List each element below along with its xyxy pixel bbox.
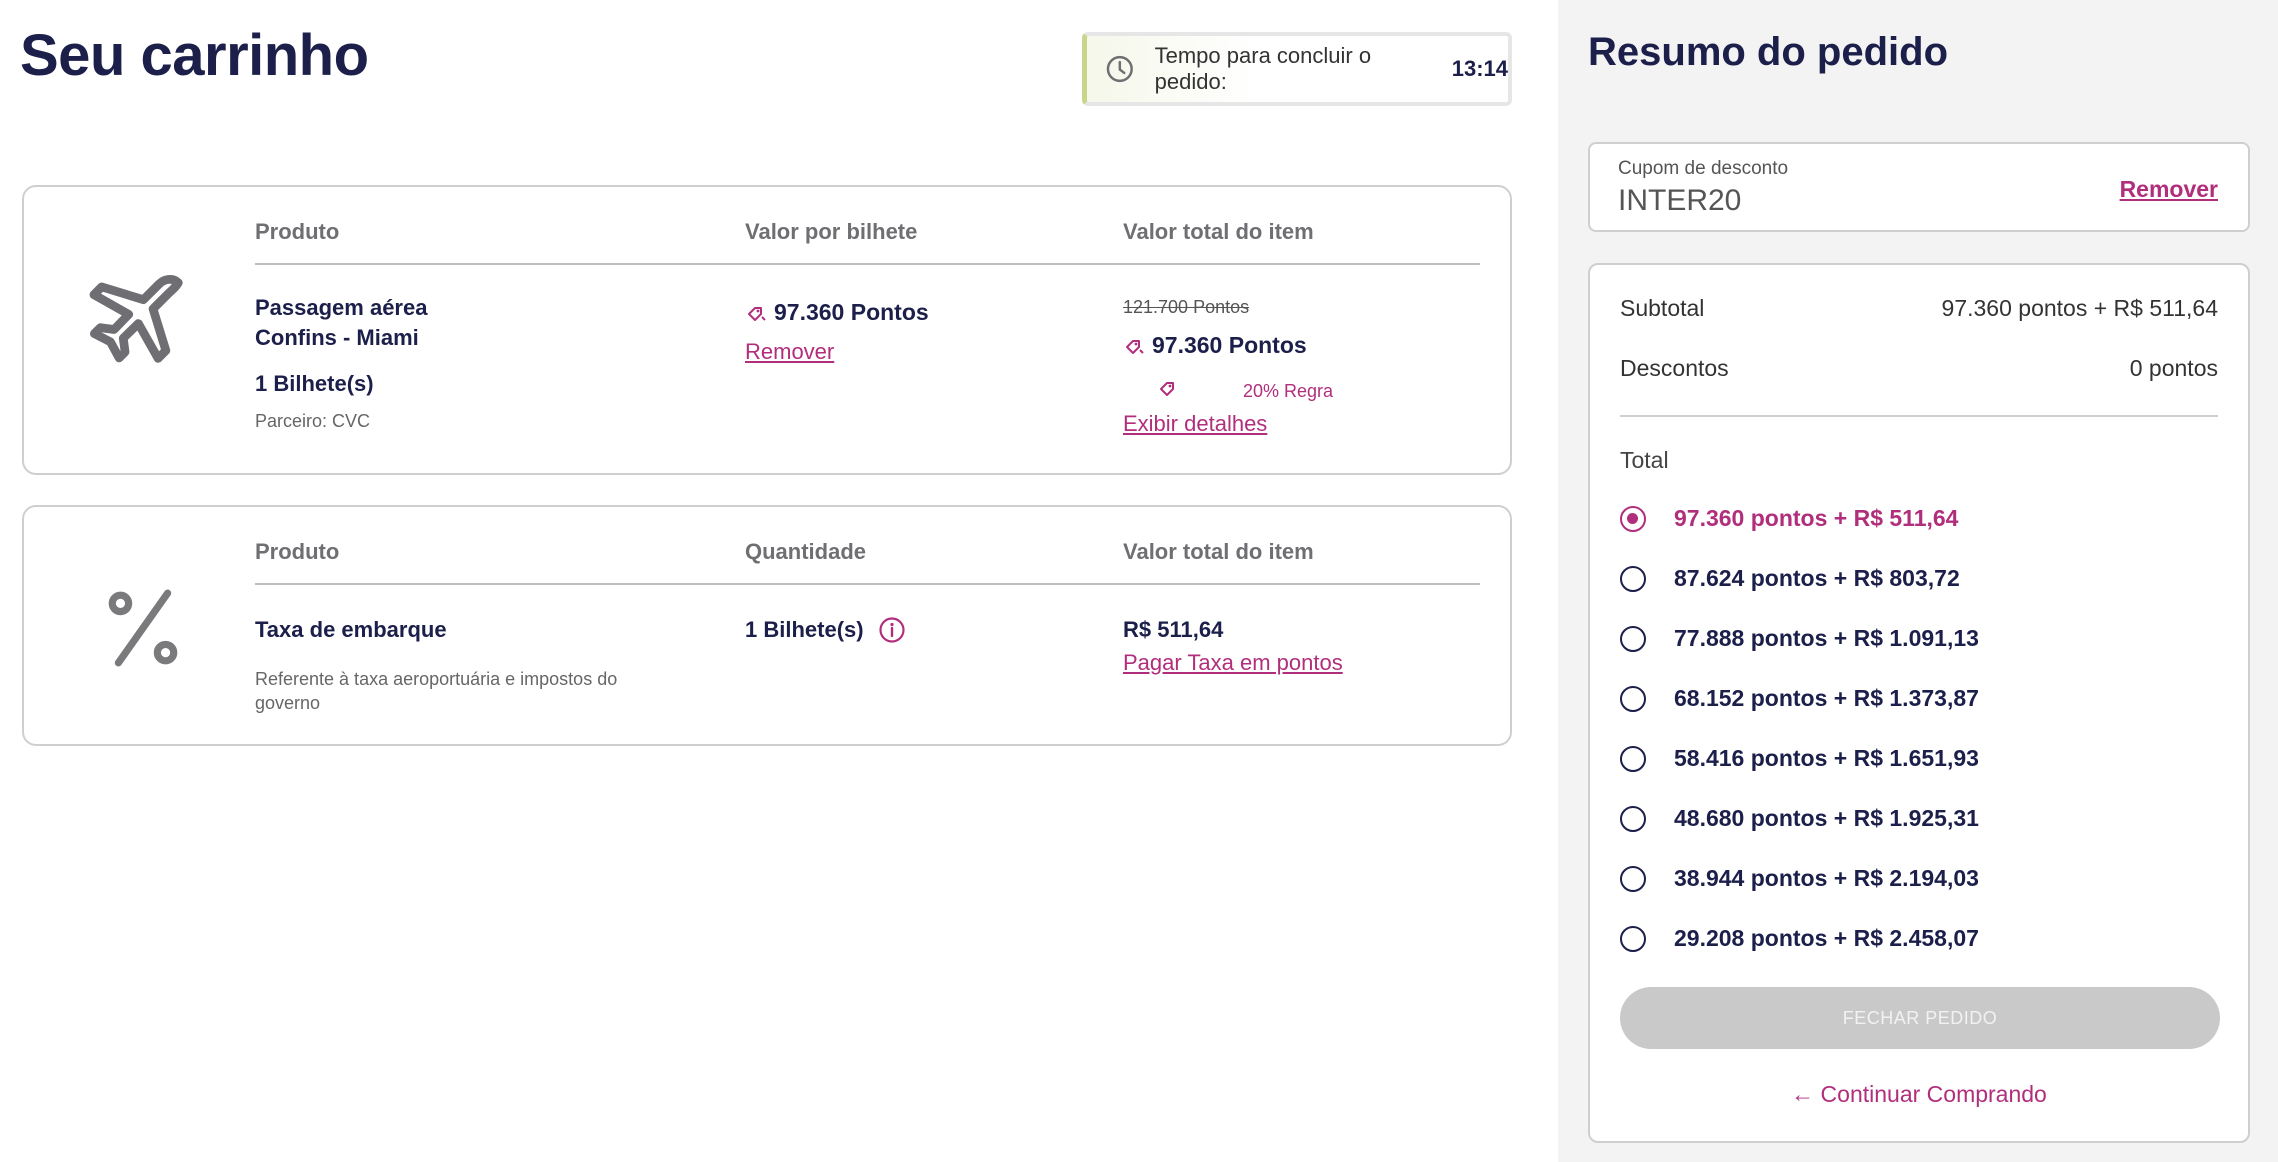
payment-option-4[interactable]: 68.152 pontos + R$ 1.373,87	[1620, 685, 1979, 712]
radio-unselected[interactable]	[1620, 865, 1646, 892]
divider	[255, 263, 1480, 265]
subtotal-label: Subtotal	[1620, 295, 1705, 321]
remove-coupon-link[interactable]: Remover	[2120, 176, 2218, 203]
radio-unselected[interactable]	[1620, 805, 1646, 832]
airplane-icon	[89, 275, 183, 363]
payment-option-label: 97.360 pontos + R$ 511,64	[1674, 505, 1959, 531]
col-head-item-total: Valor total do item	[1123, 219, 1314, 244]
col-head-price-per-ticket: Valor por bilhete	[745, 219, 918, 244]
order-timer: Tempo para concluir o pedido: 13:14	[1082, 32, 1512, 106]
timer-label: Tempo para concluir o pedido:	[1154, 43, 1372, 94]
payment-option-label: 87.624 pontos + R$ 803,72	[1674, 565, 1960, 591]
product-name: Passagem aérea	[255, 295, 428, 320]
product-route: Confins - Miami	[255, 325, 419, 350]
percent-icon	[108, 589, 178, 667]
summary-card: Subtotal 97.360 pontos + R$ 511,64 Desco…	[1588, 263, 2250, 1143]
price-per-ticket: 97.360 Pontos	[745, 299, 929, 326]
discounts-label: Descontos	[1620, 355, 1729, 381]
cart-item-flight: Produto Valor por bilhete Valor total do…	[22, 185, 1512, 475]
total-label: Total	[1620, 447, 1669, 473]
col-head-item-total: Valor total do item	[1123, 539, 1314, 564]
payment-option-label: 48.680 pontos + R$ 1.925,31	[1674, 805, 1979, 831]
discounts-value: 0 pontos	[2129, 355, 2218, 381]
remove-item-link[interactable]: Remover	[745, 339, 834, 365]
arrow-left-icon: ←	[1791, 1081, 1821, 1107]
product-name: Taxa de embarque	[255, 617, 447, 642]
subtotal-row: Subtotal 97.360 pontos + R$ 511,64	[1620, 295, 2218, 322]
payment-option-6[interactable]: 48.680 pontos + R$ 1.925,31	[1620, 805, 1979, 832]
radio-unselected[interactable]	[1620, 925, 1646, 952]
radio-unselected[interactable]	[1620, 625, 1646, 652]
divider	[1620, 415, 2218, 417]
coupon-label: Cupom de desconto	[1618, 158, 1789, 179]
payment-option-label: 38.944 pontos + R$ 2.194,03	[1674, 865, 1979, 891]
ticket-count: 1 Bilhete(s)	[255, 371, 374, 396]
payment-option-1[interactable]: 97.360 pontos + R$ 511,64	[1620, 505, 1958, 532]
close-order-button[interactable]: FECHAR PEDIDO	[1620, 987, 2220, 1049]
pay-fee-with-points-link[interactable]: Pagar Taxa em pontos	[1123, 650, 1343, 676]
page-title: Seu carrinho	[20, 23, 369, 88]
old-total: 121.700 Pontos	[1123, 297, 1250, 317]
summary-title: Resumo do pedido	[1588, 30, 1948, 74]
subtotal-value: 97.360 pontos + R$ 511,64	[1941, 295, 2218, 321]
col-head-product: Produto	[255, 219, 340, 244]
radio-unselected[interactable]	[1620, 685, 1646, 712]
continue-shopping-label: Continuar Comprando	[1820, 1081, 2047, 1107]
item-total: R$ 511,64	[1123, 617, 1224, 642]
quantity: 1 Bilhete(s)	[745, 617, 864, 642]
radio-selected[interactable]	[1620, 505, 1646, 532]
payment-option-2[interactable]: 87.624 pontos + R$ 803,72	[1620, 565, 1960, 592]
discount-tag-icon	[1160, 382, 1174, 396]
price-per-ticket-value: 97.360 Pontos	[774, 299, 929, 325]
radio-unselected[interactable]	[1620, 745, 1646, 772]
points-icon	[748, 306, 766, 321]
show-details-link[interactable]: Exibir detalhes	[1123, 411, 1267, 437]
payment-option-label: 58.416 pontos + R$ 1.651,93	[1674, 745, 1979, 771]
item-total: 97.360 Pontos	[1123, 332, 1307, 359]
payment-option-label: 68.152 pontos + R$ 1.373,87	[1674, 685, 1979, 711]
col-head-quantity: Quantidade	[745, 539, 867, 564]
radio-unselected[interactable]	[1620, 565, 1646, 592]
payment-option-8[interactable]: 29.208 pontos + R$ 2.458,07	[1620, 925, 1979, 952]
points-icon	[1126, 339, 1144, 354]
cart-item-boarding-fee: Produto Quantidade Valor total do item T…	[22, 505, 1512, 746]
item-total-value: 97.360 Pontos	[1152, 332, 1307, 358]
partner: Parceiro: CVC	[255, 411, 371, 431]
clock-icon	[1106, 55, 1133, 83]
continue-shopping-link[interactable]: ← Continuar Comprando	[1590, 1081, 2248, 1108]
payment-option-label: 29.208 pontos + R$ 2.458,07	[1674, 925, 1979, 951]
timer-value: 13:14	[1451, 56, 1508, 81]
payment-option-label: 77.888 pontos + R$ 1.091,13	[1674, 625, 1979, 651]
order-summary-panel: Resumo do pedido Cupom de desconto INTER…	[1558, 0, 2278, 1162]
divider	[255, 583, 1480, 585]
coupon-field[interactable]: Cupom de desconto INTER20 Remover	[1588, 142, 2250, 232]
coupon-value: INTER20	[1618, 184, 1742, 217]
payment-option-3[interactable]: 77.888 pontos + R$ 1.091,13	[1620, 625, 1979, 652]
product-description: Referente à taxa aeroportuária e imposto…	[255, 669, 618, 713]
col-head-product: Produto	[255, 539, 340, 564]
discounts-row: Descontos 0 pontos	[1620, 355, 2218, 382]
info-icon[interactable]	[878, 616, 906, 644]
discount-rule: 20% Regra	[1243, 381, 1334, 401]
payment-option-5[interactable]: 58.416 pontos + R$ 1.651,93	[1620, 745, 1979, 772]
payment-option-7[interactable]: 38.944 pontos + R$ 2.194,03	[1620, 865, 1979, 892]
